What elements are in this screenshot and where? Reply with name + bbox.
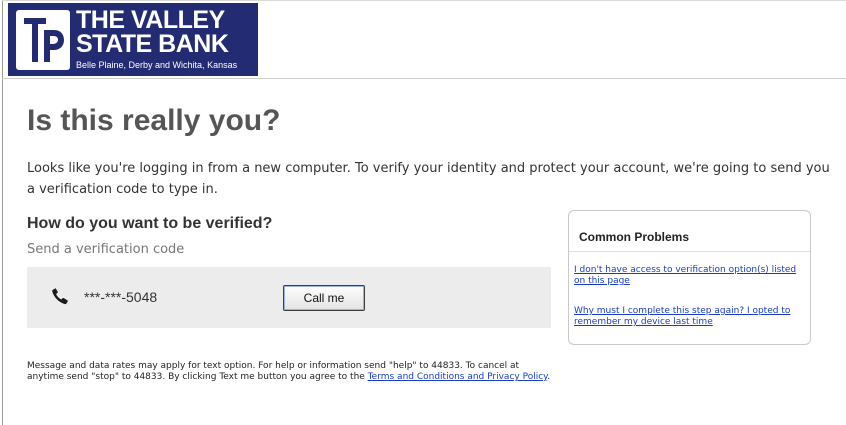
disclaimer-text: Message and data rates may apply for tex…: [27, 361, 552, 383]
window-left-border: [2, 0, 3, 425]
call-me-button[interactable]: Call me: [283, 285, 365, 311]
common-problems-panel: Common Problems I don't have access to v…: [568, 210, 811, 345]
bank-logo: THE VALLEY STATE BANK Belle Plaine, Derb…: [8, 3, 258, 76]
bank-logo-icon: [16, 10, 70, 70]
bank-name-line2: STATE BANK: [76, 30, 229, 58]
no-access-verification-link[interactable]: I don't have access to verification opti…: [574, 265, 807, 287]
send-code-label: Send a verification code: [27, 242, 185, 257]
terms-privacy-link[interactable]: Terms and Conditions and Privacy Policy: [368, 372, 548, 382]
phone-number: ***-***-5048: [84, 289, 158, 305]
disclaimer-period: .: [547, 372, 551, 382]
common-problems-divider: [569, 251, 810, 252]
page-title: Is this really you?: [27, 104, 281, 137]
intro-text: Looks like you're logging in from a new …: [27, 161, 830, 197]
verification-option-panel: ***-***-5048 Call me: [27, 267, 551, 328]
window-top-border: [2, 0, 846, 1]
bank-tagline: Belle Plaine, Derby and Wichita, Kansas: [76, 60, 238, 70]
verification-heading: How do you want to be verified?: [27, 215, 273, 232]
phone-icon: [52, 288, 68, 305]
common-problems-title: Common Problems: [579, 230, 690, 244]
remember-device-link[interactable]: Why must I complete this step again? I o…: [574, 306, 807, 328]
header-divider: [2, 78, 846, 79]
